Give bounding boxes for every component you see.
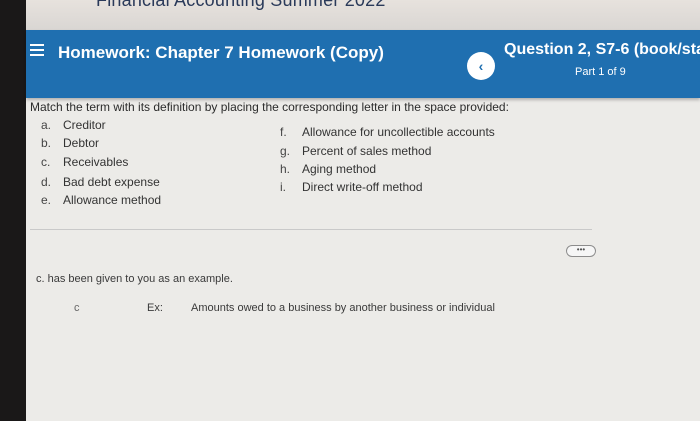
term-letter: e. [41, 193, 52, 207]
term-text: Aging method [302, 162, 377, 176]
term-text: Allowance for uncollectible accounts [302, 125, 495, 139]
term-text: Receivables [63, 155, 129, 169]
example-note: c. has been given to you as an example. [36, 273, 233, 285]
question-content: Match the term with its definition by pl… [26, 98, 700, 421]
term-letter: h. [280, 162, 291, 176]
course-title-bar: Financial Accounting Summer 2022 [26, 0, 700, 30]
term-f: f. Allowance for uncollectible accounts [280, 125, 495, 139]
example-label: Ex: [147, 302, 163, 314]
term-letter: a. [41, 118, 52, 132]
screen: Financial Accounting Summer 2022 Homewor… [0, 0, 700, 421]
term-e: e. Allowance method [41, 193, 161, 207]
term-letter: d. [41, 175, 52, 189]
term-letter: c. [41, 155, 51, 169]
term-text: Bad debt expense [63, 175, 160, 189]
term-letter: i. [280, 180, 286, 194]
term-letter: f. [280, 125, 287, 139]
term-i: i. Direct write-off method [280, 180, 423, 194]
term-text: Creditor [63, 118, 106, 132]
term-c: c. Receivables [41, 155, 128, 169]
previous-question-button[interactable]: ‹ [467, 52, 495, 80]
homework-header: Homework: Chapter 7 Homework (Copy) ‹ Qu… [26, 30, 700, 98]
part-label: Part 1 of 9 [575, 66, 626, 78]
section-divider [30, 229, 592, 230]
course-title: Financial Accounting Summer 2022 [96, 0, 386, 10]
term-letter: b. [41, 136, 52, 150]
term-text: Debtor [63, 136, 100, 150]
example-answer-letter: c [74, 302, 80, 314]
instruction-text: Match the term with its definition by pl… [30, 100, 509, 114]
term-g: g. Percent of sales method [280, 144, 431, 158]
example-definition: Amounts owed to a business by another bu… [191, 302, 495, 314]
monitor-bezel [0, 0, 26, 421]
term-a: a. Creditor [41, 118, 106, 132]
term-text: Allowance method [63, 193, 162, 207]
term-b: b. Debtor [41, 136, 99, 150]
question-title: Question 2, S7-6 (book/static [504, 41, 700, 58]
homework-title: Homework: Chapter 7 Homework (Copy) [58, 43, 384, 62]
expand-more-button[interactable]: ••• [566, 245, 596, 257]
term-text: Percent of sales method [302, 144, 432, 158]
term-d: d. Bad debt expense [41, 175, 160, 189]
hamburger-menu-icon[interactable] [30, 44, 44, 56]
term-letter: g. [280, 144, 291, 158]
term-text: Direct write-off method [302, 180, 423, 194]
term-h: h. Aging method [280, 162, 376, 176]
